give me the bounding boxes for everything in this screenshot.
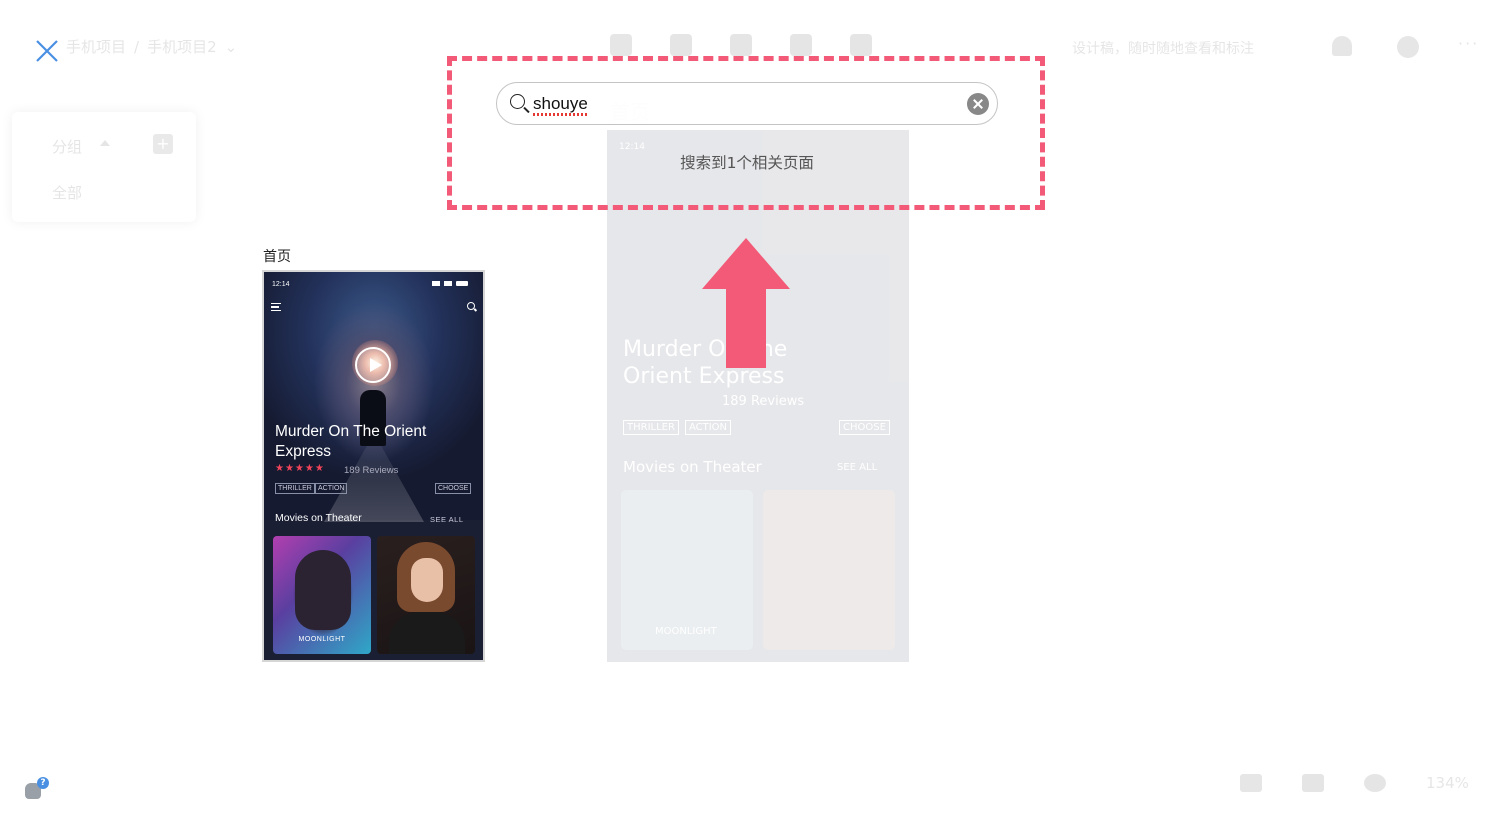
search-icon bbox=[510, 94, 525, 109]
page-thumbnail[interactable]: 12:14 Murder On The Orient Express ★★★★★… bbox=[262, 270, 485, 662]
zoom-level: 134% bbox=[1426, 774, 1469, 792]
clear-icon[interactable] bbox=[967, 93, 989, 115]
movie-title: Murder On The Orient Express bbox=[275, 423, 427, 460]
choose-tag: CHOOSE bbox=[435, 483, 472, 494]
reviews-count: 189 Reviews bbox=[344, 465, 399, 476]
group-panel: 分组 + 全部 bbox=[12, 112, 196, 222]
preview-tags: THRILLER ACTION bbox=[623, 420, 731, 435]
genre-tag: ACTION bbox=[315, 483, 348, 494]
arrow-up-icon bbox=[702, 238, 790, 368]
menu-icon bbox=[271, 303, 281, 311]
add-member-icon[interactable] bbox=[1397, 36, 1419, 58]
signal-icon bbox=[432, 281, 440, 286]
battery-icon bbox=[456, 281, 468, 286]
genre-tag: THRILLER bbox=[275, 483, 315, 494]
search-input[interactable] bbox=[533, 93, 953, 115]
link-icon[interactable] bbox=[610, 34, 632, 56]
more-icon[interactable]: ··· bbox=[1458, 34, 1479, 53]
preview-phone: 12:14 Murder On The Orient Express 189 R… bbox=[607, 130, 909, 662]
preview-section-title: Movies on Theater bbox=[623, 458, 762, 476]
breadcrumb: 手机项目 / 手机项目2 ⌄ bbox=[66, 36, 237, 57]
search-box bbox=[496, 82, 998, 125]
poster-face bbox=[411, 558, 443, 602]
preview-see-all: SEE ALL bbox=[837, 462, 878, 473]
comment-icon[interactable] bbox=[1302, 774, 1324, 792]
see-all-link: SEE ALL bbox=[430, 515, 464, 524]
preview-reviews: 189 Reviews bbox=[722, 394, 805, 409]
preview-choose: CHOOSE bbox=[839, 420, 890, 435]
status-icons bbox=[432, 281, 468, 286]
close-icon[interactable] bbox=[34, 38, 60, 64]
status-time: 12:14 bbox=[272, 281, 290, 288]
zoom-out-icon[interactable] bbox=[1364, 774, 1386, 792]
header-hint: 设计稿，随时随地查看和标注 bbox=[1072, 41, 1254, 57]
help-button[interactable]: ? bbox=[23, 777, 51, 803]
breadcrumb-project[interactable]: 手机项目 bbox=[66, 36, 126, 57]
app-stage: 手机项目 / 手机项目2 ⌄ 设计稿，随时随地查看和标注 ··· 分组 + 全部… bbox=[0, 0, 1500, 825]
rating-stars: ★★★★★ bbox=[275, 463, 325, 474]
toolbar-icons bbox=[610, 34, 872, 56]
bottom-toolbar: 134% bbox=[1240, 774, 1500, 792]
group-title[interactable]: 分组 bbox=[52, 136, 82, 157]
add-group-button[interactable]: + bbox=[153, 134, 173, 154]
search-toolbar-icon[interactable] bbox=[730, 34, 752, 56]
preview-tag: THRILLER bbox=[623, 420, 679, 435]
breadcrumb-separator: / bbox=[134, 37, 140, 56]
flow-icon[interactable] bbox=[790, 34, 812, 56]
poster-portrait bbox=[377, 536, 475, 654]
spellcheck-underline bbox=[533, 113, 587, 116]
chevron-down-icon[interactable]: ⌄ bbox=[225, 38, 238, 56]
group-item-all[interactable]: 全部 bbox=[52, 182, 82, 203]
poster-body bbox=[389, 612, 465, 654]
undo-icon[interactable] bbox=[1240, 774, 1262, 792]
preview-poster-label: MOONLIGHT bbox=[655, 626, 717, 637]
preview-tag: ACTION bbox=[684, 420, 731, 435]
wifi-icon bbox=[444, 281, 452, 286]
add-icon[interactable] bbox=[670, 34, 692, 56]
section-title: Movies on Theater bbox=[275, 512, 362, 524]
bell-icon[interactable] bbox=[1332, 36, 1352, 56]
poster-face bbox=[295, 550, 351, 630]
breadcrumb-subproject[interactable]: 手机项目2 bbox=[147, 36, 217, 57]
play-icon bbox=[355, 347, 391, 383]
page-thumbnail-label[interactable]: 首页 bbox=[263, 246, 291, 266]
help-icon[interactable]: ? bbox=[37, 777, 49, 789]
folder-icon[interactable] bbox=[850, 34, 872, 56]
search-icon bbox=[467, 302, 475, 310]
poster-label: MOONLIGHT bbox=[298, 636, 346, 643]
search-result-count: 搜索到1个相关页面 bbox=[680, 154, 814, 172]
preview-poster-2 bbox=[763, 490, 895, 650]
caret-up-icon[interactable] bbox=[100, 140, 110, 146]
poster-moonlight: MOONLIGHT bbox=[273, 536, 371, 654]
